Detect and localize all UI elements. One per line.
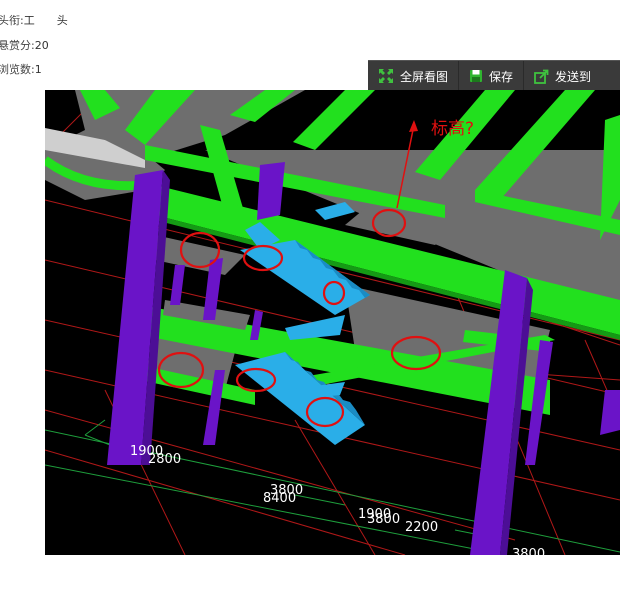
send-to-label: 发送到	[555, 69, 592, 84]
send-to-button[interactable]: 发送到	[524, 61, 601, 91]
send-icon	[534, 69, 549, 84]
meta-bounty-label: 悬赏分:	[0, 39, 35, 52]
dim-label: 8400	[263, 491, 296, 506]
meta-title: 头衔:工 头	[0, 12, 68, 28]
model-image: 标高? 1900 2800 3800 8400 1900 3800 2200 3…	[45, 90, 620, 555]
dim-label: 3800	[512, 547, 545, 555]
structure-render: 标高? 1900 2800 3800 8400 1900 3800 2200 3…	[45, 90, 620, 555]
meta-views: 浏览数:1	[0, 61, 42, 77]
save-label: 保存	[489, 69, 514, 84]
fullscreen-label: 全屏看图	[400, 69, 449, 84]
meta-title-label: 头衔:	[0, 14, 24, 27]
dim-label: 3800	[367, 512, 400, 527]
fullscreen-icon	[379, 69, 393, 83]
save-button[interactable]: 保存	[459, 61, 525, 91]
meta-views-value: 1	[34, 63, 42, 76]
dim-label: 2200	[405, 520, 438, 535]
meta-bounty-value: 20	[34, 39, 49, 52]
meta-title-value: 工 头	[23, 14, 68, 27]
meta-views-label: 浏览数:	[0, 63, 35, 76]
save-icon	[470, 70, 483, 82]
dim-label: 2800	[148, 452, 181, 467]
image-toolbar: 全屏看图 保存 发送到	[368, 60, 620, 91]
meta-bounty: 悬赏分:20	[0, 37, 49, 53]
annotation-text: 标高?	[431, 119, 474, 139]
fullscreen-button[interactable]: 全屏看图	[368, 61, 460, 91]
